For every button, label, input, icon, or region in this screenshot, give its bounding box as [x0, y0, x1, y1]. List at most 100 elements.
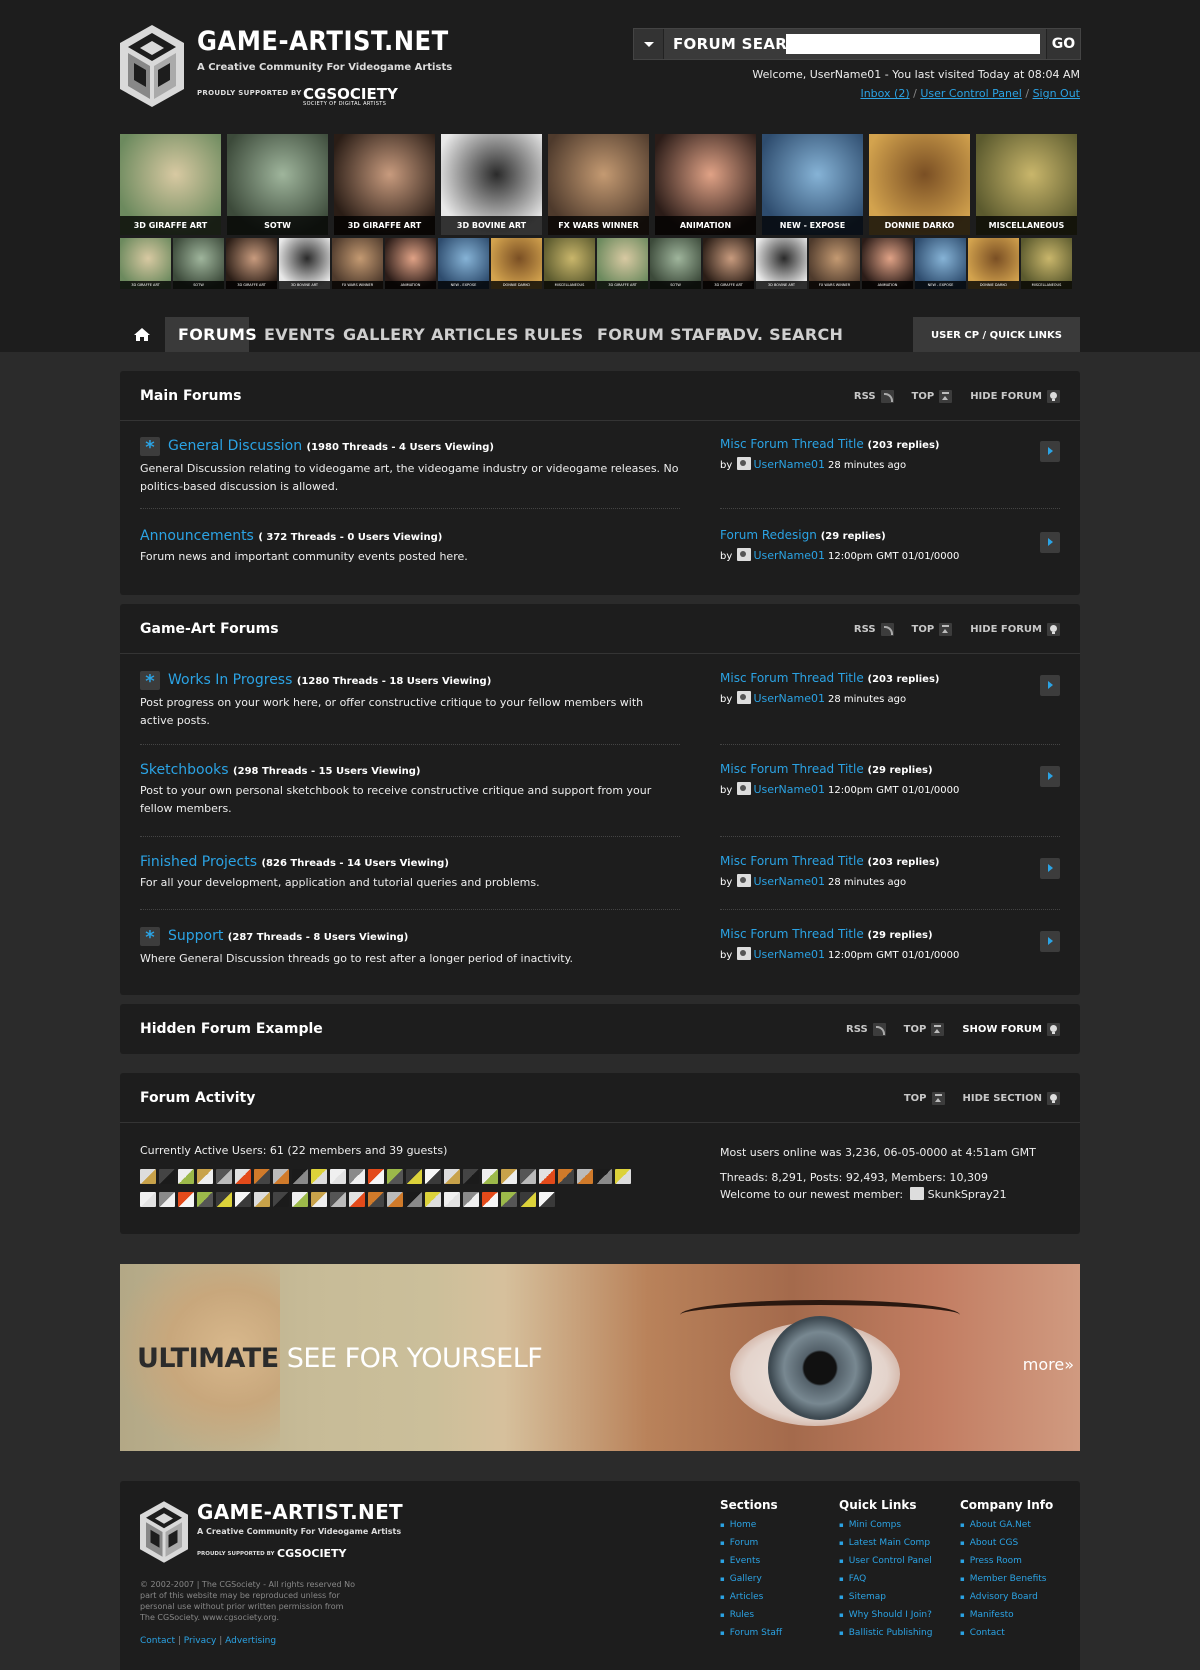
- inbox-link[interactable]: Inbox (2): [860, 87, 909, 100]
- gallery-thumbnail-small[interactable]: SOTW: [173, 238, 224, 289]
- gallery-thumbnail-small[interactable]: DONNIE DARKO: [968, 238, 1019, 289]
- user-avatar-icon[interactable]: [425, 1192, 441, 1207]
- last-post-title-link[interactable]: Misc Forum Thread Title: [720, 927, 864, 941]
- footer-link[interactable]: Gallery: [720, 1570, 782, 1588]
- footer-link[interactable]: Articles: [720, 1588, 782, 1606]
- footer-link[interactable]: Member Benefits: [960, 1570, 1053, 1588]
- footer-link[interactable]: User Control Panel: [839, 1552, 932, 1570]
- user-avatar-icon[interactable]: [292, 1192, 308, 1207]
- user-avatar-icon[interactable]: [140, 1192, 156, 1207]
- forum-name-link[interactable]: Sketchbooks: [140, 762, 229, 778]
- gallery-thumbnail[interactable]: FX WARS WINNER: [548, 134, 649, 235]
- user-avatar-icon[interactable]: [216, 1192, 232, 1207]
- user-avatar-icon[interactable]: [501, 1192, 517, 1207]
- user-avatar-icon[interactable]: [520, 1192, 536, 1207]
- go-to-last-post-icon[interactable]: [1040, 675, 1060, 696]
- hide-forum-button[interactable]: HIDE FORUM: [970, 390, 1060, 403]
- gallery-thumbnail[interactable]: DONNIE DARKO: [869, 134, 970, 235]
- last-post-user-link[interactable]: UserName01: [753, 948, 825, 961]
- gallery-thumbnail-small[interactable]: 3D BOVINE ART: [756, 238, 807, 289]
- user-avatar-icon[interactable]: [178, 1192, 194, 1207]
- rss-button[interactable]: RSS: [854, 623, 894, 636]
- last-post-user-link[interactable]: UserName01: [753, 875, 825, 888]
- signout-link[interactable]: Sign Out: [1033, 87, 1080, 100]
- last-post-user-link[interactable]: UserName01: [753, 549, 825, 562]
- user-avatar-icon[interactable]: [311, 1192, 327, 1207]
- user-avatar-icon[interactable]: [482, 1169, 498, 1184]
- user-avatar-icon[interactable]: [520, 1169, 536, 1184]
- forum-name-link[interactable]: Works In Progress: [168, 672, 292, 688]
- gallery-thumbnail-small[interactable]: NEW - EXPOSE: [915, 238, 966, 289]
- advertising-link[interactable]: Advertising: [225, 1636, 276, 1646]
- footer-link[interactable]: Why Should I Join?: [839, 1606, 932, 1624]
- gallery-thumbnail-small[interactable]: NEW - EXPOSE: [438, 238, 489, 289]
- gallery-thumbnail-small[interactable]: MISCELLANEOUS: [544, 238, 595, 289]
- search-input[interactable]: [786, 34, 1040, 54]
- user-avatar-icon[interactable]: [463, 1169, 479, 1184]
- user-avatar-icon[interactable]: [330, 1169, 346, 1184]
- user-avatar-icon[interactable]: [140, 1169, 156, 1184]
- gallery-thumbnail-small[interactable]: 3D GIRAFFE ART: [597, 238, 648, 289]
- last-post-title-link[interactable]: Misc Forum Thread Title: [720, 671, 864, 685]
- cgsociety-logo[interactable]: CGSOCIETY SOCIETY OF DIGITAL ARTISTS: [303, 85, 398, 107]
- user-avatar-icon[interactable]: [273, 1169, 289, 1184]
- footer-link[interactable]: About CGS: [960, 1534, 1053, 1552]
- hide-section-button[interactable]: HIDE SECTION: [963, 1092, 1060, 1105]
- footer-link[interactable]: FAQ: [839, 1570, 932, 1588]
- user-avatar-icon[interactable]: [254, 1169, 270, 1184]
- gallery-thumbnail-small[interactable]: SOTW: [650, 238, 701, 289]
- gallery-thumbnail-small[interactable]: 3D GIRAFFE ART: [226, 238, 277, 289]
- footer-link[interactable]: Press Room: [960, 1552, 1053, 1570]
- user-avatar-icon[interactable]: [292, 1169, 308, 1184]
- user-avatar-icon[interactable]: [406, 1192, 422, 1207]
- search-go-button[interactable]: GO: [1046, 29, 1080, 59]
- user-avatar-icon[interactable]: [482, 1192, 498, 1207]
- contact-link[interactable]: Contact: [140, 1636, 175, 1646]
- nav-rules[interactable]: RULES: [524, 317, 583, 352]
- rss-button[interactable]: RSS: [846, 1023, 886, 1036]
- user-avatar-icon[interactable]: [235, 1192, 251, 1207]
- forum-name-link[interactable]: General Discussion: [168, 438, 302, 454]
- gallery-thumbnail-small[interactable]: ANIMATION: [862, 238, 913, 289]
- go-to-last-post-icon[interactable]: [1040, 766, 1060, 787]
- user-avatar-icon[interactable]: [273, 1192, 289, 1207]
- user-avatar-icon[interactable]: [425, 1169, 441, 1184]
- user-avatar-icon[interactable]: [235, 1169, 251, 1184]
- user-avatar-icon[interactable]: [596, 1169, 612, 1184]
- gallery-thumbnail[interactable]: SOTW: [227, 134, 328, 235]
- footer-link[interactable]: Events: [720, 1552, 782, 1570]
- top-button[interactable]: TOP: [904, 1092, 945, 1105]
- footer-cgsociety-logo[interactable]: CGSOCIETY: [277, 1547, 347, 1560]
- last-post-user-link[interactable]: UserName01: [753, 783, 825, 796]
- footer-link[interactable]: Ballistic Publishing: [839, 1624, 933, 1642]
- user-avatar-icon[interactable]: [539, 1169, 555, 1184]
- user-avatar-icon[interactable]: [444, 1169, 460, 1184]
- go-to-last-post-icon[interactable]: [1040, 931, 1060, 952]
- user-avatar-icon[interactable]: [349, 1192, 365, 1207]
- advertisement-banner[interactable]: ULTIMATE SEE FOR YOURSELF more»: [120, 1264, 1080, 1451]
- user-cp-quick-links[interactable]: USER CP / QUICK LINKS: [913, 317, 1080, 352]
- gallery-thumbnail-small[interactable]: FX WARS WINNER: [332, 238, 383, 289]
- user-avatar-icon[interactable]: [558, 1169, 574, 1184]
- user-avatar-icon[interactable]: [368, 1169, 384, 1184]
- user-avatar-icon[interactable]: [197, 1169, 213, 1184]
- gallery-thumbnail[interactable]: NEW - EXPOSE: [762, 134, 863, 235]
- user-avatar-icon[interactable]: [444, 1192, 460, 1207]
- gallery-thumbnail[interactable]: ANIMATION: [655, 134, 756, 235]
- footer-link[interactable]: Forum Staff: [720, 1624, 782, 1642]
- user-avatar-icon[interactable]: [406, 1169, 422, 1184]
- last-post-title-link[interactable]: Misc Forum Thread Title: [720, 854, 864, 868]
- footer-link[interactable]: About GA.Net: [960, 1516, 1053, 1534]
- top-button[interactable]: TOP: [904, 1023, 945, 1036]
- footer-link[interactable]: Forum: [720, 1534, 782, 1552]
- gallery-thumbnail-small[interactable]: DONNIE DARKO: [491, 238, 542, 289]
- user-avatar-icon[interactable]: [577, 1169, 593, 1184]
- gallery-thumbnail-small[interactable]: FX WARS WINNER: [809, 238, 860, 289]
- top-button[interactable]: TOP: [912, 390, 953, 403]
- newest-member-name[interactable]: SkunkSpray21: [928, 1188, 1007, 1201]
- user-avatar-icon[interactable]: [615, 1169, 631, 1184]
- footer-link[interactable]: Mini Comps: [839, 1516, 932, 1534]
- user-avatar-icon[interactable]: [254, 1192, 270, 1207]
- forum-name-link[interactable]: Announcements: [140, 528, 254, 544]
- nav-forums[interactable]: FORUMS: [165, 317, 257, 352]
